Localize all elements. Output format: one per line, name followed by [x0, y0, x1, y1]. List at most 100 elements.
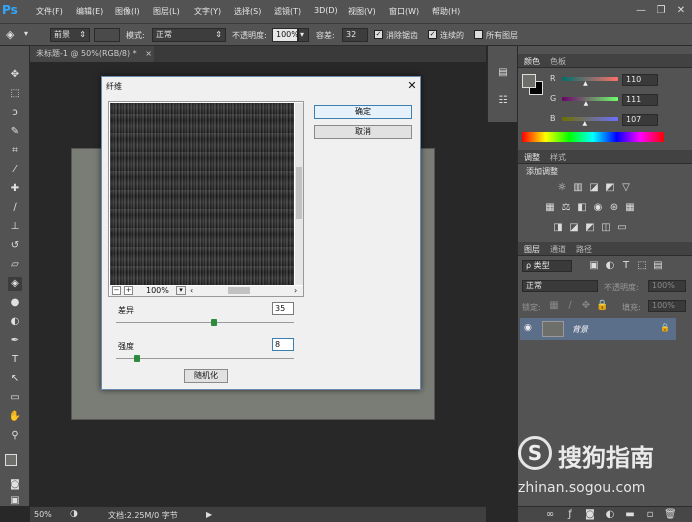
menu-window[interactable]: 窗口(W): [389, 6, 419, 17]
zoom-in-icon[interactable]: +: [124, 286, 133, 295]
posterize-icon[interactable]: ◪: [568, 222, 580, 234]
all-layers-checkbox[interactable]: [474, 30, 483, 39]
rectangle-icon[interactable]: ▭: [8, 391, 22, 405]
pattern-picker[interactable]: [94, 28, 120, 42]
channel-value-r[interactable]: 110: [622, 74, 658, 86]
levels-icon[interactable]: ▥: [572, 182, 584, 194]
path-select-icon[interactable]: ↖: [8, 372, 22, 386]
menu-image[interactable]: 图像(I): [115, 6, 140, 17]
randomize-button[interactable]: 随机化: [184, 369, 228, 383]
tab-close-icon[interactable]: ×: [145, 49, 152, 58]
channel-slider-thumb-b[interactable]: ▲: [583, 120, 588, 127]
variance-slider-track[interactable]: [116, 319, 294, 326]
strength-input[interactable]: 8: [272, 338, 294, 351]
layer-filter-select[interactable]: ρ 类型: [522, 260, 572, 272]
dialog-close-icon[interactable]: ✕: [404, 78, 420, 94]
tab-adjustments[interactable]: 调整: [524, 152, 540, 163]
eraser-icon[interactable]: ▱: [8, 258, 22, 272]
foreground-background-icon[interactable]: [5, 454, 17, 466]
tab-styles[interactable]: 样式: [550, 152, 566, 163]
marquee-icon[interactable]: ⬚: [8, 87, 22, 101]
lasso-icon[interactable]: ↄ: [8, 106, 22, 120]
antialias-checkbox[interactable]: ✓: [374, 30, 383, 39]
type-icon[interactable]: T: [8, 353, 22, 367]
fill-input[interactable]: 100%: [648, 300, 686, 312]
menu-edit[interactable]: 编辑(E): [76, 6, 103, 17]
document-tab[interactable]: 未标题-1 @ 50%(RGB/8) * ×: [30, 46, 154, 62]
screen-mode-icon[interactable]: ▣: [8, 494, 22, 508]
lock-position-icon[interactable]: ✥: [580, 300, 592, 312]
variance-slider-thumb[interactable]: [210, 319, 217, 326]
contiguous-checkbox[interactable]: ✓: [428, 30, 437, 39]
menu-3d[interactable]: 3D(D): [314, 6, 338, 15]
delete-layer-icon[interactable]: 🗑: [664, 509, 677, 521]
channel-slider-thumb-r[interactable]: ▲: [583, 80, 588, 87]
zoom-icon[interactable]: ⚲: [8, 429, 22, 443]
gradient-map-icon[interactable]: ▭: [616, 222, 628, 234]
filter-smart-icon[interactable]: ▤: [652, 260, 664, 272]
new-group-icon[interactable]: ▬: [624, 509, 636, 521]
menu-type[interactable]: 文字(Y): [194, 6, 221, 17]
menu-filter[interactable]: 滤镜(T): [274, 6, 301, 17]
tab-channels[interactable]: 通道: [550, 244, 566, 255]
color-balance-icon[interactable]: ⚖: [560, 202, 572, 214]
menu-layer[interactable]: 图层(L): [153, 6, 180, 17]
brightness-icon[interactable]: ☼: [556, 182, 568, 194]
quick-select-icon[interactable]: ✎: [8, 125, 22, 139]
quick-mask-icon[interactable]: ◙: [8, 478, 22, 492]
filter-type-icon[interactable]: T: [620, 260, 632, 272]
layer-row[interactable]: ◉ 背景 🔒: [520, 318, 676, 340]
brush-icon[interactable]: ∕: [8, 201, 22, 215]
paint-bucket-icon[interactable]: ◈: [6, 28, 14, 41]
layer-opacity-input[interactable]: 100%: [648, 280, 686, 292]
preview-vertical-scrollbar[interactable]: [295, 103, 303, 285]
lock-transparent-icon[interactable]: ▦: [548, 300, 560, 312]
fill-source-select[interactable]: 前景 ⇕: [50, 28, 90, 42]
opacity-input[interactable]: 100%: [272, 28, 299, 42]
new-layer-icon[interactable]: ▫: [644, 509, 656, 521]
tab-swatches[interactable]: 色板: [550, 56, 566, 67]
status-menu-arrow-icon[interactable]: ▶: [206, 510, 212, 519]
close-icon[interactable]: ✕: [674, 4, 688, 18]
blur-icon[interactable]: ●: [8, 296, 22, 310]
chevron-down-icon[interactable]: ▾: [298, 28, 309, 42]
healing-brush-icon[interactable]: ✚: [8, 182, 22, 196]
tolerance-input[interactable]: 32: [342, 28, 368, 42]
tool-preset-dropdown-icon[interactable]: ▾: [24, 29, 28, 38]
tab-color[interactable]: 颜色: [524, 56, 540, 67]
history-brush-icon[interactable]: ↺: [8, 239, 22, 253]
status-options-icon[interactable]: ◑: [70, 509, 78, 519]
filter-adjustment-icon[interactable]: ◐: [604, 260, 616, 272]
link-layers-icon[interactable]: ∞: [544, 509, 556, 521]
eyedropper-icon[interactable]: ⁄: [8, 163, 22, 177]
chevron-down-icon[interactable]: ▾: [176, 286, 186, 295]
filter-shape-icon[interactable]: ⬚: [636, 260, 648, 272]
horizontal-scroll-thumb[interactable]: [228, 287, 250, 294]
channel-value-b[interactable]: 107: [622, 114, 658, 126]
hand-icon[interactable]: ✋: [8, 410, 22, 424]
zoom-out-icon[interactable]: −: [112, 286, 121, 295]
cancel-button[interactable]: 取消: [314, 125, 412, 139]
blend-mode-select[interactable]: 正常: [522, 280, 598, 292]
exposure-icon[interactable]: ◩: [604, 182, 616, 194]
crop-icon[interactable]: ⌗: [8, 144, 22, 158]
strength-slider-thumb[interactable]: [134, 355, 141, 362]
layer-mask-icon[interactable]: ◙: [584, 509, 596, 521]
clone-stamp-icon[interactable]: ⊥: [8, 220, 22, 234]
adjustment-layer-icon[interactable]: ◐: [604, 509, 616, 521]
fibers-preview[interactable]: [110, 103, 294, 285]
move-icon[interactable]: ✥: [8, 68, 22, 82]
photo-filter-icon[interactable]: ◉: [592, 202, 604, 214]
channel-slider-g[interactable]: [562, 97, 618, 101]
black-white-icon[interactable]: ◧: [576, 202, 588, 214]
menu-select[interactable]: 选择(S): [234, 6, 261, 17]
color-spectrum[interactable]: [522, 132, 664, 142]
layer-style-icon[interactable]: ƒ: [564, 509, 576, 521]
lock-all-icon[interactable]: 🔒: [596, 300, 608, 312]
tab-layers[interactable]: 图层: [524, 244, 540, 255]
ok-button[interactable]: 确定: [314, 105, 412, 119]
eye-icon[interactable]: ◉: [524, 323, 532, 333]
menu-help[interactable]: 帮助(H): [432, 6, 460, 17]
paint-bucket-icon[interactable]: ◈: [8, 277, 22, 291]
tab-paths[interactable]: 路径: [576, 244, 592, 255]
